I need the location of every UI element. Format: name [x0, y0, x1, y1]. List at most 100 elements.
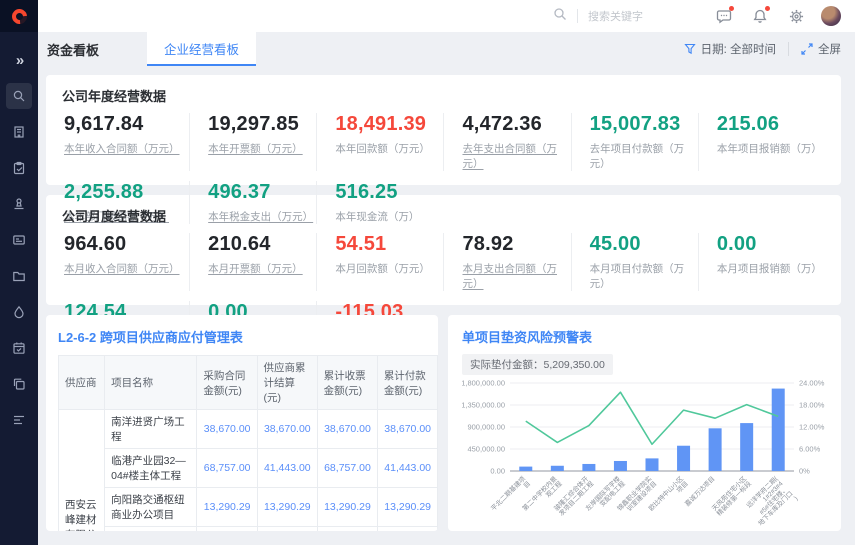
- kpi-value: 2,255.88: [64, 181, 189, 204]
- table-row[interactable]: 临港产业园32—04#楼主体工程68,757.0041,443.0068,757…: [59, 449, 438, 488]
- kpi-item: 45.00本月项目付款额（万元）: [571, 233, 698, 291]
- x-axis-label: 嘉诚万达项目: [683, 474, 717, 508]
- project-name-cell: 南洋进贤广场工程: [105, 410, 197, 449]
- kpi-label[interactable]: 本月开票额（万元）: [208, 261, 316, 276]
- kpi-label[interactable]: 本年收入合同额（万元）: [64, 141, 189, 156]
- fullscreen-button[interactable]: 全屏: [801, 41, 841, 57]
- sidebar-id-card-icon[interactable]: [6, 227, 32, 253]
- kpi-item: 15,007.83 去年项目付款额（万元）: [571, 113, 698, 171]
- amount-cell: 41,443.00: [377, 449, 437, 488]
- app-logo[interactable]: [0, 0, 38, 32]
- annual-data-card: 公司年度经营数据 9,617.84 本年收入合同额（万元）19,297.85本年开…: [46, 75, 841, 185]
- table-row[interactable]: 向阳路交通枢纽商业办公项目13,290.2913,290.2913,290.29…: [59, 488, 438, 527]
- notifications-bell-icon[interactable]: [749, 5, 771, 27]
- amount-cell: 45,000.00: [317, 527, 377, 532]
- project-name-cell: 向阳路交通枢纽商业办公项目: [105, 488, 197, 527]
- sidebar-search-icon[interactable]: [6, 83, 32, 109]
- messages-badge: [729, 6, 734, 11]
- kpi-item: 215.06本年项目报销额（万）: [698, 113, 825, 171]
- kpi-label[interactable]: 去年支出合同额（万元）: [462, 141, 570, 171]
- amount-cell: 45,000.00: [257, 527, 317, 532]
- tab-bar: 资金看板 企业经营看板 日期: 全部时间 全屏: [38, 32, 855, 66]
- user-avatar[interactable]: [821, 6, 841, 26]
- kpi-value: 210.64: [208, 233, 316, 256]
- kpi-value: 18,491.39: [335, 113, 443, 136]
- sidebar-collapse-icon[interactable]: »: [6, 47, 32, 73]
- svg-text:0%: 0%: [799, 467, 810, 476]
- kpi-value: 496.37: [208, 181, 316, 204]
- sidebar-droplet-icon[interactable]: [6, 299, 32, 325]
- svg-text:900,000.00: 900,000.00: [467, 423, 505, 432]
- kpi-value: 516.25: [335, 181, 443, 204]
- kpi-item: 78.92 本月支出合同额（万元）: [443, 233, 570, 291]
- sidebar-copy-icon[interactable]: [6, 371, 32, 397]
- table-column-header: 供应商累计结算(元): [257, 356, 317, 410]
- tab-enterprise-dashboard[interactable]: 企业经营看板: [147, 32, 256, 66]
- sidebar-folder-icon[interactable]: [6, 263, 32, 289]
- expand-icon: [801, 43, 813, 55]
- kpi-value: 54.51: [335, 233, 443, 256]
- supplier-payable-card: L2-6-2 跨项目供应商应付管理表 供应商项目名称采购合同金额(元)供应商累计…: [46, 315, 438, 531]
- risk-chart[interactable]: 0.000%450,000.006.00%900,000.0012.00%1,3…: [462, 375, 827, 531]
- kpi-value: 15,007.83: [590, 113, 698, 136]
- global-search[interactable]: 搜索关键字: [553, 7, 643, 26]
- amount-cell: 38,670.00: [257, 410, 317, 449]
- main-content: 公司年度经营数据 9,617.84 本年收入合同额（万元）19,297.85本年开…: [38, 66, 855, 545]
- kpi-value: 964.60: [64, 233, 189, 256]
- sidebar: »: [0, 0, 38, 545]
- kpi-item: 4,472.36 去年支出合同额（万元）: [443, 113, 570, 171]
- kpi-item: 18,491.39本年回款额（万元）: [316, 113, 443, 171]
- kpi-item: 9,617.84 本年收入合同额（万元）: [62, 113, 189, 171]
- table-row[interactable]: 得辉广场结构加固项目56,000.0045,000.0045,000.0033,…: [59, 527, 438, 532]
- kpi-item: 19,297.85本年开票额（万元）: [189, 113, 316, 171]
- x-axis-label: 远洋学府二期(1#2#3#4#5#住宅楼、地下车库及门口): [741, 473, 800, 531]
- svg-text:1,350,000.00: 1,350,000.00: [462, 401, 505, 410]
- amount-cell: 41,443.00: [257, 449, 317, 488]
- kpi-label[interactable]: 本年税金支出（万元）: [208, 209, 316, 224]
- svg-text:1,800,000.00: 1,800,000.00: [462, 379, 505, 388]
- kpi-value: 78.92: [462, 233, 570, 256]
- table-row[interactable]: 西安云峰建材有限公司南洋进贤广场工程38,670.0038,670.0038,6…: [59, 410, 438, 449]
- kpi-label: 本年项目报销额（万）: [717, 141, 825, 156]
- amount-cell: 38,670.00: [377, 410, 437, 449]
- notifications-badge: [765, 6, 770, 11]
- settings-gear-icon[interactable]: [785, 5, 807, 27]
- kpi-value: 4,472.36: [462, 113, 570, 136]
- kpi-item: 516.25本年现金流（万）: [316, 181, 443, 224]
- kpi-value: 9,617.84: [64, 113, 189, 136]
- search-icon: [553, 7, 567, 26]
- sidebar-chart-list-icon[interactable]: [6, 407, 32, 433]
- annual-card-title: 公司年度经营数据: [62, 86, 825, 105]
- kpi-label: 本月回款额（万元）: [335, 261, 443, 276]
- kpi-item: 964.60 本月收入合同额（万元）: [62, 233, 189, 291]
- svg-text:18.00%: 18.00%: [799, 401, 825, 410]
- kpi-label: 去年项目付款额（万元）: [590, 141, 698, 171]
- amount-cell: 13,290.29: [197, 488, 257, 527]
- sidebar-stamp-icon[interactable]: [6, 191, 32, 217]
- amount-cell: 68,757.00: [317, 449, 377, 488]
- search-input[interactable]: 搜索关键字: [588, 8, 643, 24]
- svg-text:6.00%: 6.00%: [799, 445, 821, 454]
- sidebar-clipboard-check-icon[interactable]: [6, 155, 32, 181]
- kpi-item: 496.37 本年税金支出（万元）: [189, 181, 316, 224]
- amount-cell: 38,670.00: [317, 410, 377, 449]
- kpi-label[interactable]: 本月收入合同额（万元）: [64, 261, 189, 276]
- messages-icon[interactable]: [713, 5, 735, 27]
- amount-cell: 33,000.00: [377, 527, 437, 532]
- actual-advance-badge: 实际垫付金额：5,209,350.00: [462, 354, 613, 375]
- amount-cell: 13,290.29: [317, 488, 377, 527]
- kpi-label[interactable]: 本年开票额（万元）: [208, 141, 316, 156]
- svg-text:450,000.00: 450,000.00: [467, 445, 505, 454]
- supplier-payable-table[interactable]: 供应商项目名称采购合同金额(元)供应商累计结算(元)累计收票金额(元)累计付款金…: [58, 355, 438, 531]
- svg-text:12.00%: 12.00%: [799, 423, 825, 432]
- amount-cell: 56,000.00: [197, 527, 257, 532]
- date-filter[interactable]: 日期: 全部时间: [684, 41, 776, 57]
- kpi-item: 210.64 本月开票额（万元）: [189, 233, 316, 291]
- sidebar-building-icon[interactable]: [6, 119, 32, 145]
- sidebar-calendar-icon[interactable]: [6, 335, 32, 361]
- table-column-header: 项目名称: [105, 356, 197, 410]
- table-column-header: 累计收票金额(元): [317, 356, 377, 410]
- kpi-label[interactable]: 本月支出合同额（万元）: [462, 261, 570, 291]
- table-column-header: 累计付款金额(元): [377, 356, 437, 410]
- kpi-item: 54.51 本月回款额（万元）: [316, 233, 443, 291]
